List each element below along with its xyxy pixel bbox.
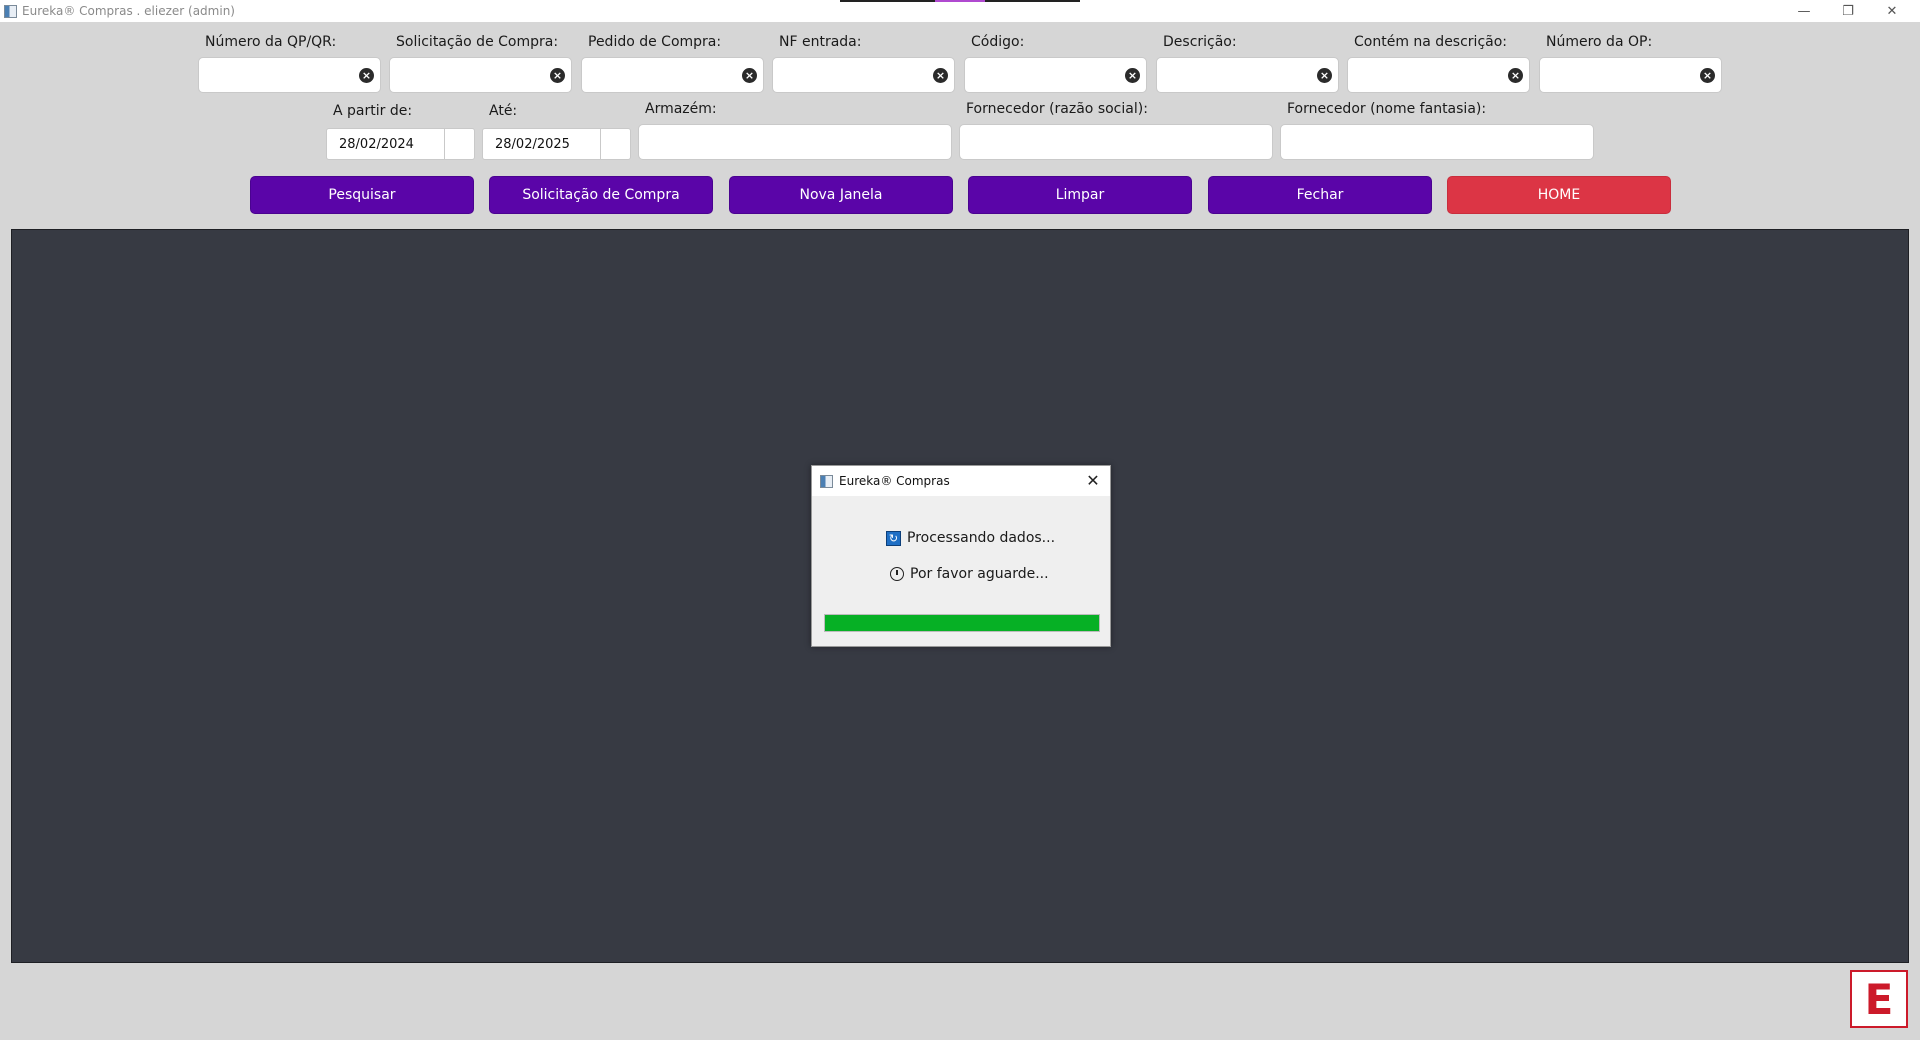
label-date-from: A partir de:	[333, 103, 413, 119]
nova-janela-button[interactable]: Nova Janela	[729, 176, 953, 214]
eureka-logo: E	[1850, 970, 1908, 1028]
label-numero-qp: Número da QP/QR:	[205, 34, 337, 50]
window-title: Eureka® Compras . eliezer (admin)	[22, 4, 235, 18]
top-strip	[840, 0, 1080, 2]
fornecedor-fantasia-field[interactable]	[1280, 124, 1594, 160]
pedido-input[interactable]	[582, 58, 763, 92]
numero-op-input[interactable]	[1540, 58, 1721, 92]
solicitacao-input[interactable]	[390, 58, 571, 92]
date-to-field[interactable]: 28/02/2025	[482, 128, 631, 160]
limpar-button[interactable]: Limpar	[968, 176, 1192, 214]
processing-dialog: Eureka® Compras ✕ ↻ Processando dados...…	[811, 465, 1111, 647]
numero-qp-field[interactable]: ×	[198, 57, 381, 93]
label-numero-op: Número da OP:	[1546, 34, 1653, 50]
label-codigo: Código:	[971, 34, 1025, 50]
descricao-field[interactable]: ×	[1156, 57, 1339, 93]
wait-text: Por favor aguarde...	[910, 566, 1049, 582]
clear-icon[interactable]: ×	[742, 68, 757, 83]
solicitacao-field[interactable]: ×	[389, 57, 572, 93]
codigo-field[interactable]: ×	[964, 57, 1147, 93]
armazem-input[interactable]	[639, 125, 951, 159]
dialog-close-icon[interactable]: ✕	[1084, 472, 1102, 490]
minimize-icon[interactable]: —	[1782, 0, 1826, 22]
numero-qp-input[interactable]	[199, 58, 380, 92]
fechar-button[interactable]: Fechar	[1208, 176, 1432, 214]
logo-letter: E	[1864, 974, 1894, 1024]
fornecedor-razao-input[interactable]	[960, 125, 1272, 159]
clear-icon[interactable]: ×	[933, 68, 948, 83]
label-pedido: Pedido de Compra:	[588, 34, 722, 50]
title-bar: Eureka® Compras . eliezer (admin) — ❐ ✕	[0, 0, 1920, 22]
fornecedor-fantasia-input[interactable]	[1281, 125, 1593, 159]
label-contem-descricao: Contém na descrição:	[1354, 34, 1508, 50]
clear-icon[interactable]: ×	[550, 68, 565, 83]
progress-fill	[825, 615, 1099, 631]
processing-text: Processando dados...	[907, 530, 1056, 546]
clear-icon[interactable]: ×	[1317, 68, 1332, 83]
app-icon	[820, 474, 833, 488]
date-from-field[interactable]: 28/02/2024	[326, 128, 475, 160]
pesquisar-button[interactable]: Pesquisar	[250, 176, 474, 214]
label-date-to: Até:	[489, 103, 518, 119]
clear-icon[interactable]: ×	[1508, 68, 1523, 83]
label-fornecedor-fantasia: Fornecedor (nome fantasia):	[1287, 101, 1487, 117]
clear-icon[interactable]: ×	[1125, 68, 1140, 83]
descricao-input[interactable]	[1157, 58, 1338, 92]
timer-icon	[890, 567, 904, 581]
contem-descricao-input[interactable]	[1348, 58, 1529, 92]
processing-line: ↻ Processando dados...	[886, 530, 1055, 546]
label-nf-entrada: NF entrada:	[779, 34, 862, 50]
contem-descricao-field[interactable]: ×	[1347, 57, 1530, 93]
clear-icon[interactable]: ×	[359, 68, 374, 83]
progress-bar	[824, 614, 1100, 632]
clear-icon[interactable]: ×	[1700, 68, 1715, 83]
app-icon	[4, 4, 17, 18]
date-to-spinner[interactable]	[600, 129, 630, 159]
numero-op-field[interactable]: ×	[1539, 57, 1722, 93]
date-from-value: 28/02/2024	[339, 137, 414, 152]
fornecedor-razao-field[interactable]	[959, 124, 1273, 160]
codigo-input[interactable]	[965, 58, 1146, 92]
wait-line: Por favor aguarde...	[890, 566, 1049, 582]
close-icon[interactable]: ✕	[1870, 0, 1914, 22]
date-from-spinner[interactable]	[444, 129, 474, 159]
solicitacao-compra-button[interactable]: Solicitação de Compra	[489, 176, 713, 214]
nf-entrada-field[interactable]: ×	[772, 57, 955, 93]
label-descricao: Descrição:	[1163, 34, 1237, 50]
pedido-field[interactable]: ×	[581, 57, 764, 93]
restore-icon[interactable]: ❐	[1826, 0, 1870, 22]
dialog-title: Eureka® Compras	[839, 474, 950, 488]
label-armazem: Armazém:	[645, 101, 717, 117]
nf-entrada-input[interactable]	[773, 58, 954, 92]
refresh-icon: ↻	[886, 530, 901, 546]
armazem-field[interactable]	[638, 124, 952, 160]
label-fornecedor-razao: Fornecedor (razão social):	[966, 101, 1148, 117]
dialog-title-bar: Eureka® Compras	[812, 466, 1110, 496]
label-solicitacao: Solicitação de Compra:	[396, 34, 559, 50]
home-button[interactable]: HOME	[1447, 176, 1671, 214]
date-to-value: 28/02/2025	[495, 137, 570, 152]
